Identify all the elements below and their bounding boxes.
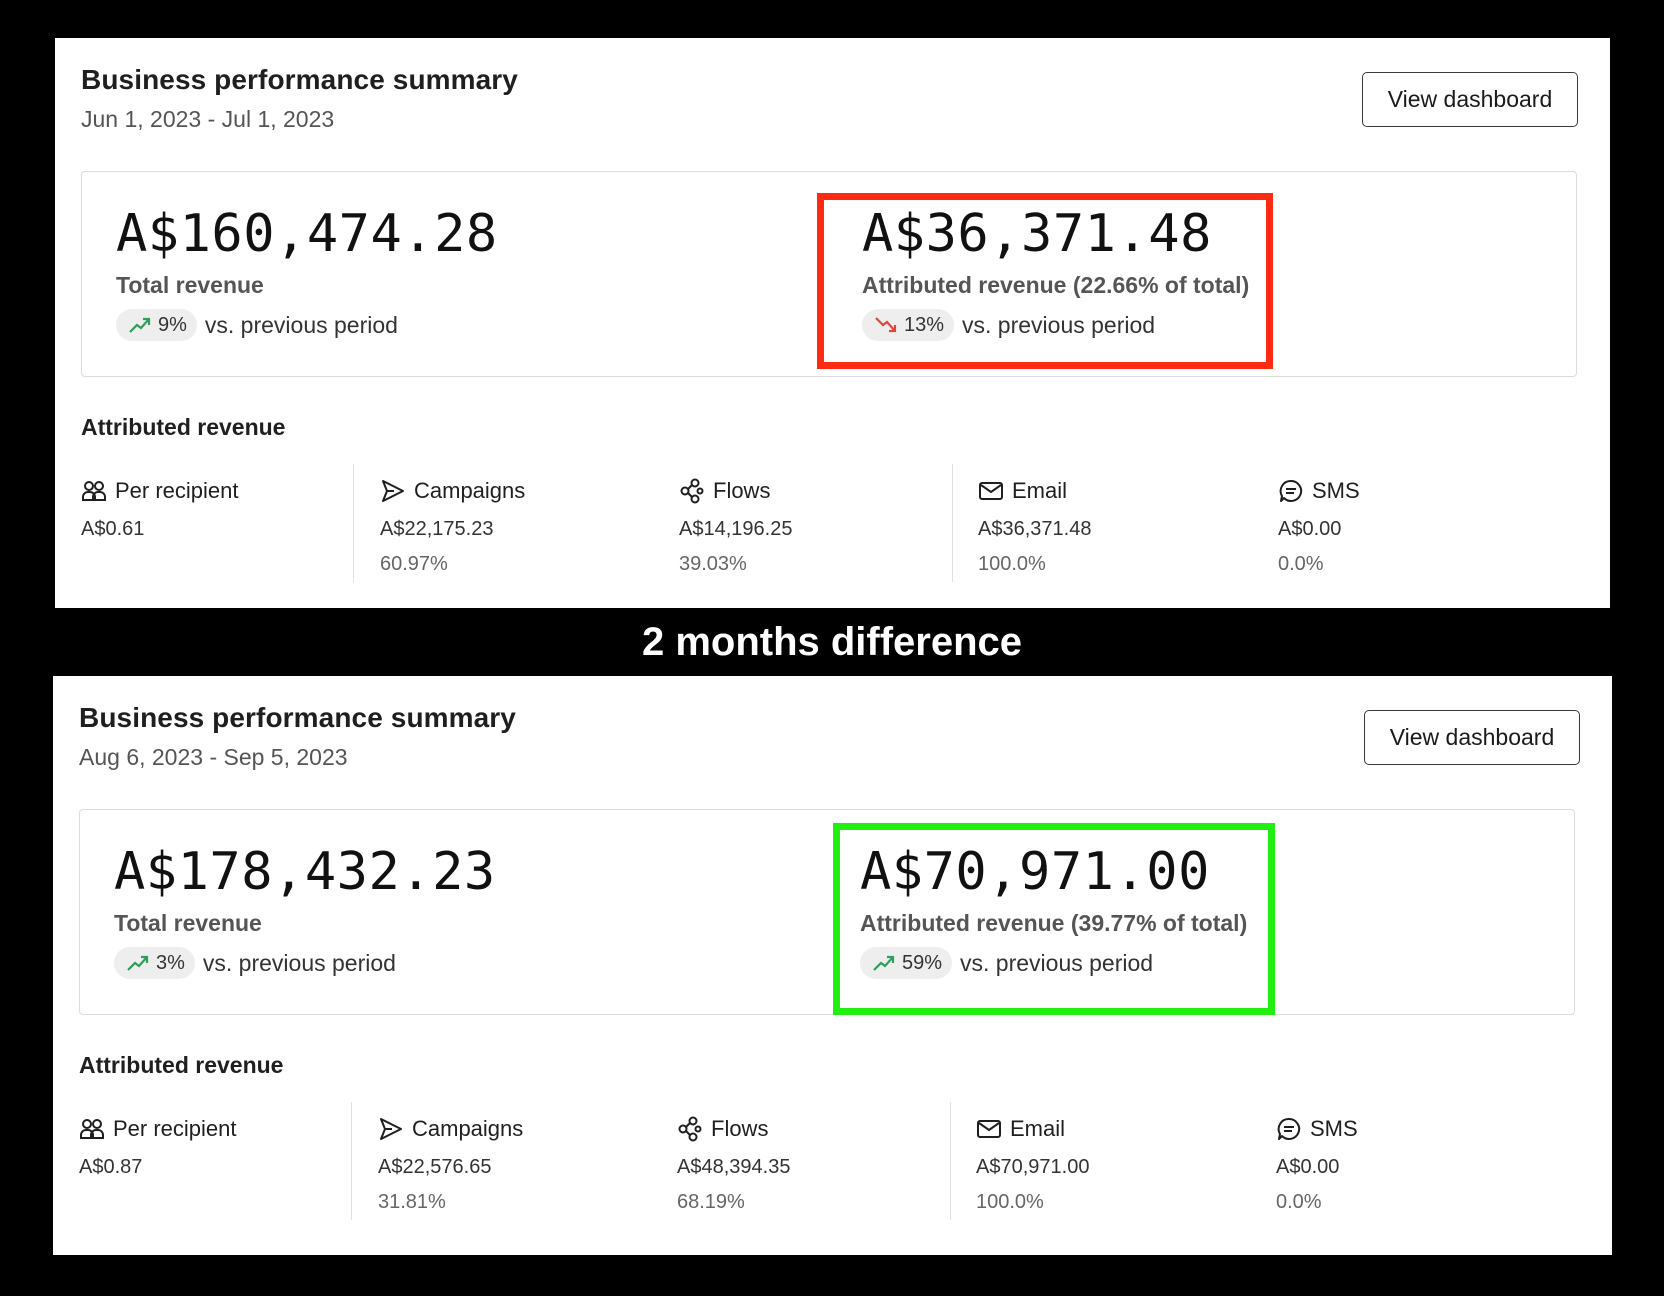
channel-percent: 68.19% bbox=[677, 1191, 745, 1213]
total-revenue-value: A$160,474.28 bbox=[116, 204, 498, 264]
total-revenue-metric: A$160,474.28 Total revenue 9% vs. previo… bbox=[116, 202, 498, 341]
channel-value: A$0.00 bbox=[1276, 1156, 1340, 1178]
channel-sms: SMS A$0.00 0.0% bbox=[1278, 464, 1558, 584]
view-dashboard-button[interactable]: View dashboard bbox=[1364, 710, 1580, 765]
channel-value: A$22,175.23 bbox=[380, 518, 494, 540]
channel-email: Email A$70,971.00 100.0% bbox=[976, 1102, 1256, 1222]
divider bbox=[353, 464, 354, 582]
channel-value: A$48,394.35 bbox=[677, 1156, 791, 1178]
channel-percent: 60.97% bbox=[380, 553, 448, 575]
change-row: 3% vs. previous period bbox=[114, 947, 496, 979]
channel-sms: SMS A$0.00 0.0% bbox=[1276, 1102, 1556, 1222]
channel-label: Campaigns bbox=[412, 1116, 524, 1141]
change-value: 9% bbox=[158, 313, 187, 336]
growth-highlight-box bbox=[833, 823, 1275, 1015]
channel-per-recipient: Per recipient A$0.87 bbox=[79, 1102, 359, 1222]
channel-percent: 31.81% bbox=[378, 1191, 446, 1213]
performance-panel-june: Business performance summary Jun 1, 2023… bbox=[55, 38, 1610, 608]
change-badge: 3% bbox=[114, 947, 195, 979]
summary-card: A$178,432.23 Total revenue 3% vs. previo… bbox=[79, 809, 1575, 1015]
total-revenue-label: Total revenue bbox=[116, 272, 264, 298]
people-icon bbox=[82, 481, 106, 501]
channel-value: A$70,971.00 bbox=[976, 1156, 1090, 1178]
divider bbox=[950, 1102, 951, 1220]
channel-value: A$36,371.48 bbox=[978, 518, 1092, 540]
channel-label: Campaigns bbox=[414, 478, 526, 503]
section-title: Attributed revenue bbox=[81, 414, 286, 440]
total-revenue-value: A$178,432.23 bbox=[114, 842, 496, 902]
comparison-caption: 2 months difference bbox=[641, 620, 1023, 664]
change-suffix: vs. previous period bbox=[202, 949, 396, 976]
divider bbox=[952, 464, 953, 582]
channel-per-recipient: Per recipient A$0.61 bbox=[81, 464, 361, 584]
channel-label: SMS bbox=[1312, 478, 1360, 503]
panel-title: Business performance summary bbox=[81, 64, 518, 95]
channel-value: A$0.61 bbox=[81, 518, 145, 540]
change-suffix: vs. previous period bbox=[204, 311, 398, 338]
channel-value: A$0.87 bbox=[79, 1156, 143, 1178]
channel-label: Per recipient bbox=[113, 1116, 237, 1141]
channel-label: Flows bbox=[711, 1116, 769, 1141]
sms-icon bbox=[1277, 1117, 1301, 1140]
channel-percent: 39.03% bbox=[679, 553, 747, 575]
channel-label: Email bbox=[1012, 478, 1068, 503]
panel-title: Business performance summary bbox=[79, 702, 516, 733]
channel-label: Flows bbox=[713, 478, 771, 503]
channel-percent: 0.0% bbox=[1276, 1191, 1322, 1213]
channel-percent: 100.0% bbox=[978, 553, 1046, 575]
channel-label: Per recipient bbox=[115, 478, 239, 503]
channel-value: A$14,196.25 bbox=[679, 518, 793, 540]
channel-breakdown: Per recipient A$0.87 Campaigns A$22,576.… bbox=[79, 1102, 1575, 1222]
email-icon bbox=[979, 482, 1003, 500]
channel-flows: Flows A$48,394.35 68.19% bbox=[677, 1102, 957, 1222]
date-range: Jun 1, 2023 - Jul 1, 2023 bbox=[81, 106, 335, 132]
flows-icon bbox=[678, 1116, 702, 1142]
total-revenue-metric: A$178,432.23 Total revenue 3% vs. previo… bbox=[114, 840, 496, 979]
channel-campaigns: Campaigns A$22,175.23 60.97% bbox=[380, 464, 660, 584]
decline-highlight-box bbox=[817, 193, 1273, 369]
trend-up-icon bbox=[129, 317, 151, 333]
flows-icon bbox=[680, 478, 704, 504]
channel-percent: 100.0% bbox=[976, 1191, 1044, 1213]
channel-breakdown: Per recipient A$0.61 Campaigns A$22,175.… bbox=[81, 464, 1577, 584]
view-dashboard-button[interactable]: View dashboard bbox=[1362, 72, 1578, 127]
channel-value: A$0.00 bbox=[1278, 518, 1342, 540]
sms-icon bbox=[1279, 479, 1303, 502]
channel-flows: Flows A$14,196.25 39.03% bbox=[679, 464, 959, 584]
trend-up-icon bbox=[127, 955, 149, 971]
change-badge: 9% bbox=[116, 309, 197, 341]
people-icon bbox=[80, 1119, 104, 1139]
channel-percent: 0.0% bbox=[1278, 553, 1324, 575]
performance-panel-august: Business performance summary Aug 6, 2023… bbox=[53, 676, 1612, 1255]
channel-value: A$22,576.65 bbox=[378, 1156, 492, 1178]
send-icon bbox=[382, 480, 404, 502]
total-revenue-label: Total revenue bbox=[114, 910, 262, 936]
section-title: Attributed revenue bbox=[79, 1052, 284, 1078]
channel-email: Email A$36,371.48 100.0% bbox=[978, 464, 1258, 584]
change-value: 3% bbox=[156, 951, 185, 974]
change-row: 9% vs. previous period bbox=[116, 309, 498, 341]
channel-label: Email bbox=[1010, 1116, 1066, 1141]
channel-campaigns: Campaigns A$22,576.65 31.81% bbox=[378, 1102, 658, 1222]
channel-label: SMS bbox=[1310, 1116, 1358, 1141]
email-icon bbox=[977, 1120, 1001, 1138]
send-icon bbox=[380, 1118, 402, 1140]
divider bbox=[351, 1102, 352, 1220]
date-range: Aug 6, 2023 - Sep 5, 2023 bbox=[79, 744, 348, 770]
